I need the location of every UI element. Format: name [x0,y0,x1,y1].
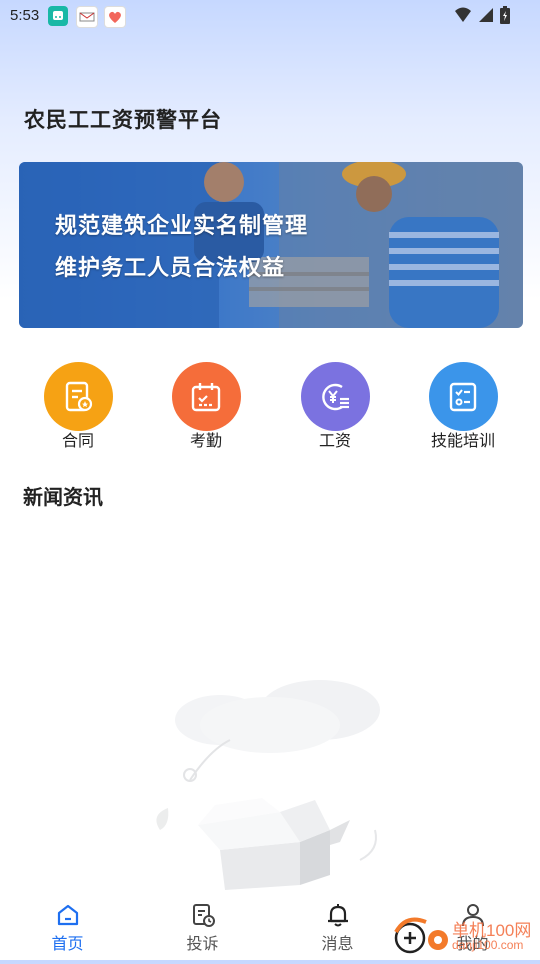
quick-action-label: 技能培训 [430,431,495,450]
quick-action-label: 工资 [318,431,351,450]
news-section-title: 新闻资讯 [23,485,103,509]
status-indicators [454,6,510,28]
nav-profile[interactable]: 我的 [405,896,540,960]
status-bar: 5:53 [0,0,540,32]
nav-label: 首页 [51,934,84,953]
nav-home[interactable]: 首页 [0,896,135,960]
bell-icon [325,902,351,928]
quick-action-salary[interactable]: 工资 [280,362,390,451]
banner[interactable]: 规范建筑企业实名制管理 维护务工人员合法权益 [19,162,523,328]
quick-action-contract[interactable]: 合同 [23,362,133,451]
nav-label: 我的 [456,934,489,953]
page-title: 农民工工资预警平台 [24,108,222,132]
banner-line-2: 维护务工人员合法权益 [55,256,286,281]
health-app-icon [104,6,126,28]
bottom-nav: 首页 投诉 消息 我的 [0,896,540,960]
calendar-icon [171,362,241,431]
nav-complaint[interactable]: 投诉 [135,896,270,960]
empty-state-illustration [150,680,390,899]
quick-action-skills-training[interactable]: 技能培训 [408,362,518,451]
quick-action-attendance[interactable]: 考勤 [151,362,261,451]
mail-icon [76,6,98,28]
nav-messages[interactable]: 消息 [270,896,405,960]
checklist-icon [428,362,498,431]
status-time: 5:53 [10,7,40,24]
banner-image [19,162,523,328]
quick-action-label: 考勤 [189,431,222,450]
banner-line-1: 规范建筑企业实名制管理 [55,214,309,239]
complaint-icon [190,902,216,928]
quick-action-label: 合同 [61,431,94,450]
nav-label: 消息 [321,934,354,953]
cellular-signal-icon [478,7,494,27]
nav-label: 投诉 [186,934,219,953]
empty-box-icon [156,680,380,890]
user-icon [460,902,486,928]
battery-icon [500,6,510,28]
contract-icon [43,362,113,431]
app-notification-icon [48,6,68,26]
salary-icon [300,362,370,431]
wifi-icon [454,7,472,27]
home-icon [55,902,81,928]
